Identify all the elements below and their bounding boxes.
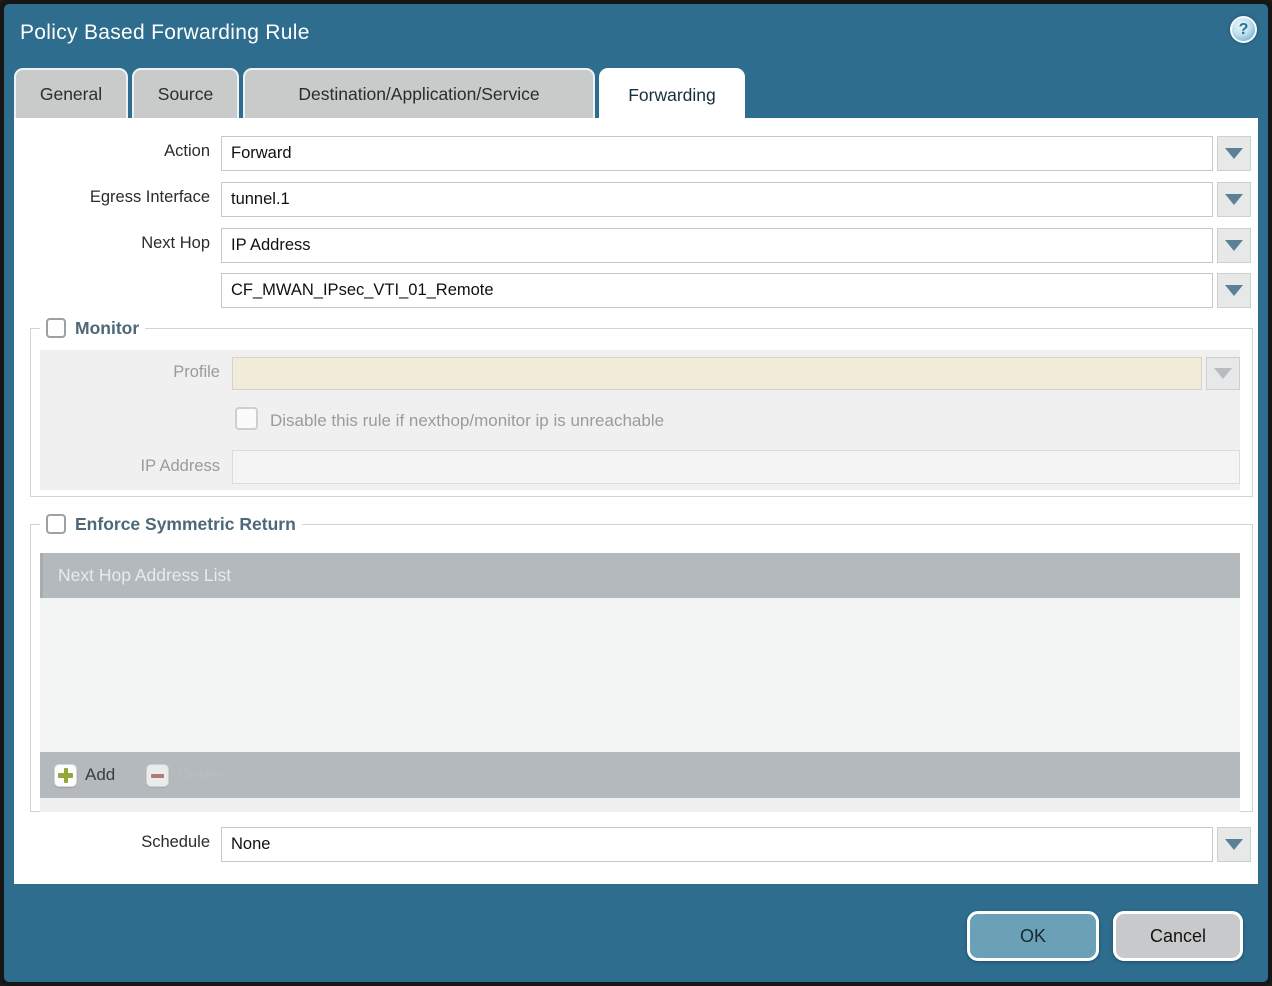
disable-rule-label: Disable this rule if nexthop/monitor ip …: [270, 411, 664, 431]
symmetric-return-legend-label: Enforce Symmetric Return: [75, 514, 296, 535]
monitor-ip-address-input: [232, 450, 1240, 484]
schedule-input[interactable]: [221, 827, 1213, 862]
plus-icon: [54, 764, 77, 787]
action-label: Action: [14, 142, 210, 161]
help-icon[interactable]: ?: [1230, 16, 1257, 43]
next-hop-type-dropdown-button[interactable]: [1217, 228, 1251, 263]
tab-bar: General Source Destination/Application/S…: [14, 68, 745, 118]
egress-interface-input[interactable]: [221, 182, 1213, 217]
schedule-label: Schedule: [14, 833, 210, 852]
next-hop-type-input[interactable]: [221, 228, 1213, 263]
egress-interface-label: Egress Interface: [14, 188, 210, 207]
chevron-down-icon: [1225, 285, 1243, 296]
tab-destination-application-service[interactable]: Destination/Application/Service: [243, 68, 595, 118]
forwarding-panel: Action Egress Interface Next Hop Monitor…: [14, 118, 1258, 884]
symmetric-return-legend: Enforce Symmetric Return: [40, 511, 302, 537]
monitor-legend-label: Monitor: [75, 318, 139, 339]
chevron-down-icon: [1225, 240, 1243, 251]
tab-general[interactable]: General: [14, 68, 128, 118]
add-button[interactable]: Add: [54, 764, 115, 787]
chevron-down-icon: [1225, 194, 1243, 205]
disable-rule-checkbox: [235, 407, 258, 430]
chevron-down-icon: [1214, 368, 1232, 379]
delete-button: Delete: [146, 764, 226, 787]
next-hop-address-table: Next Hop Address List Add Delete: [40, 553, 1240, 812]
add-button-label: Add: [85, 765, 115, 785]
ok-button[interactable]: OK: [967, 911, 1099, 961]
next-hop-address-list-column-header: Next Hop Address List: [58, 565, 231, 586]
tab-forwarding[interactable]: Forwarding: [599, 68, 745, 120]
enforce-symmetric-return-checkbox[interactable]: [46, 514, 66, 534]
table-header-row: Next Hop Address List: [40, 553, 1240, 598]
table-body-empty: [40, 598, 1240, 752]
tab-source[interactable]: Source: [132, 68, 239, 118]
policy-based-forwarding-dialog: Policy Based Forwarding Rule ? General S…: [0, 0, 1272, 986]
profile-label: Profile: [24, 363, 220, 382]
table-toolbar: Add Delete: [40, 752, 1240, 798]
next-hop-label: Next Hop: [14, 234, 210, 253]
monitor-ip-address-label: IP Address: [24, 457, 220, 476]
question-mark-glyph: ?: [1239, 21, 1249, 39]
minus-icon: [146, 764, 169, 787]
egress-interface-dropdown-button[interactable]: [1217, 182, 1251, 217]
cancel-button[interactable]: Cancel: [1113, 911, 1243, 961]
profile-input: [232, 357, 1202, 390]
action-dropdown-button[interactable]: [1217, 136, 1251, 171]
chevron-down-icon: [1225, 839, 1243, 850]
next-hop-address-input[interactable]: [221, 273, 1213, 308]
delete-button-label: Delete: [177, 765, 226, 785]
monitor-checkbox[interactable]: [46, 318, 66, 338]
chevron-down-icon: [1225, 148, 1243, 159]
action-input[interactable]: [221, 136, 1213, 171]
dialog-title: Policy Based Forwarding Rule: [20, 21, 310, 45]
next-hop-address-dropdown-button[interactable]: [1217, 273, 1251, 308]
monitor-legend: Monitor: [40, 315, 145, 341]
profile-dropdown-button: [1206, 357, 1240, 390]
schedule-dropdown-button[interactable]: [1217, 827, 1251, 862]
